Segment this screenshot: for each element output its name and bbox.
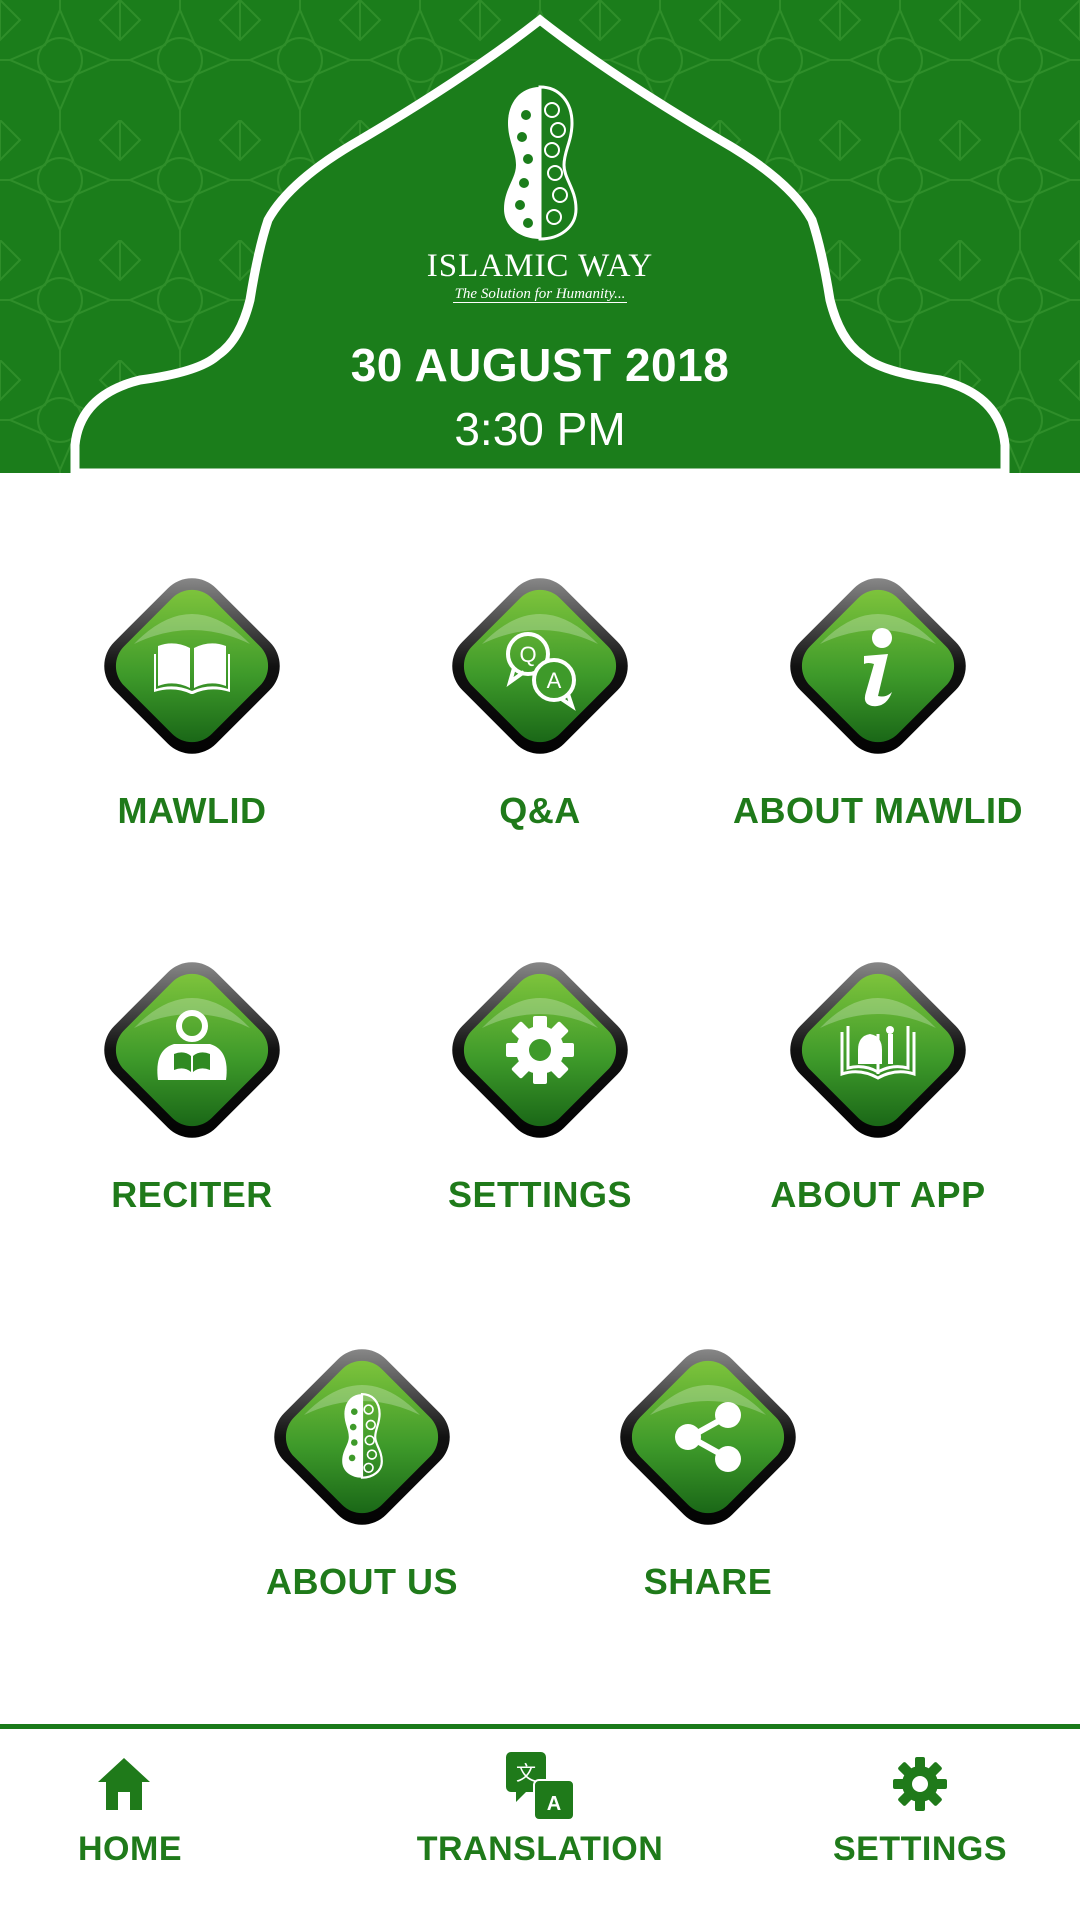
tile-label: MAWLID	[117, 790, 267, 831]
tile-label: ABOUT US	[266, 1561, 458, 1602]
tile-label: Q&A	[499, 790, 581, 831]
qa-bubbles-icon: Q A	[440, 566, 640, 766]
nav-home[interactable]: HOME	[0, 1750, 260, 1880]
svg-text:A: A	[547, 668, 562, 693]
tile-share[interactable]: SHARE	[558, 1337, 858, 1602]
tile-settings[interactable]: SETTINGS	[390, 950, 690, 1215]
tile-label: ABOUT APP	[770, 1174, 986, 1215]
share-icon	[608, 1337, 808, 1537]
nav-settings-label: SETTINGS	[832, 1830, 1008, 1868]
home-icon	[98, 1758, 150, 1810]
tile-label: ABOUT MAWLID	[733, 790, 1023, 831]
nav-translation[interactable]: 文 A TRANSLATION	[410, 1750, 670, 1880]
gear-icon	[440, 950, 640, 1150]
svg-text:文: 文	[516, 1761, 536, 1785]
tile-label: RECITER	[111, 1174, 273, 1215]
svg-text:Q: Q	[519, 642, 536, 667]
tile-qa[interactable]: Q A Q&A	[390, 566, 690, 831]
book-icon	[92, 566, 292, 766]
tile-label: SHARE	[643, 1561, 773, 1602]
tile-label: SETTINGS	[447, 1174, 633, 1215]
sandal-logo-icon	[262, 1337, 462, 1537]
svg-text:A: A	[547, 1793, 561, 1815]
nav-settings[interactable]: SETTINGS	[790, 1750, 1050, 1880]
brand-name: ISLAMIC WAY	[426, 248, 654, 284]
nav-divider	[0, 1724, 1080, 1729]
tile-about-app[interactable]: ABOUT APP	[728, 950, 1028, 1215]
current-time: 3:30 PM	[454, 403, 626, 455]
tile-mawlid[interactable]: MAWLID	[42, 566, 342, 831]
quran-mosque-icon	[778, 950, 978, 1150]
tile-about-us[interactable]: ABOUT US	[212, 1337, 512, 1602]
tile-reciter[interactable]: RECITER	[42, 950, 342, 1215]
gear-icon	[893, 1757, 947, 1811]
person-reading-icon	[92, 950, 292, 1150]
current-date: 30 AUGUST 2018	[350, 339, 730, 391]
header: ISLAMIC WAY The Solution for Humanity...…	[0, 0, 1080, 473]
brand-tagline: The Solution for Humanity...	[452, 286, 628, 303]
nav-home-label: HOME	[78, 1830, 182, 1868]
tile-about-mawlid[interactable]: ABOUT MAWLID	[728, 566, 1028, 831]
info-icon	[778, 566, 978, 766]
translate-icon: 文 A	[506, 1752, 575, 1821]
nav-translation-label: TRANSLATION	[416, 1830, 664, 1868]
